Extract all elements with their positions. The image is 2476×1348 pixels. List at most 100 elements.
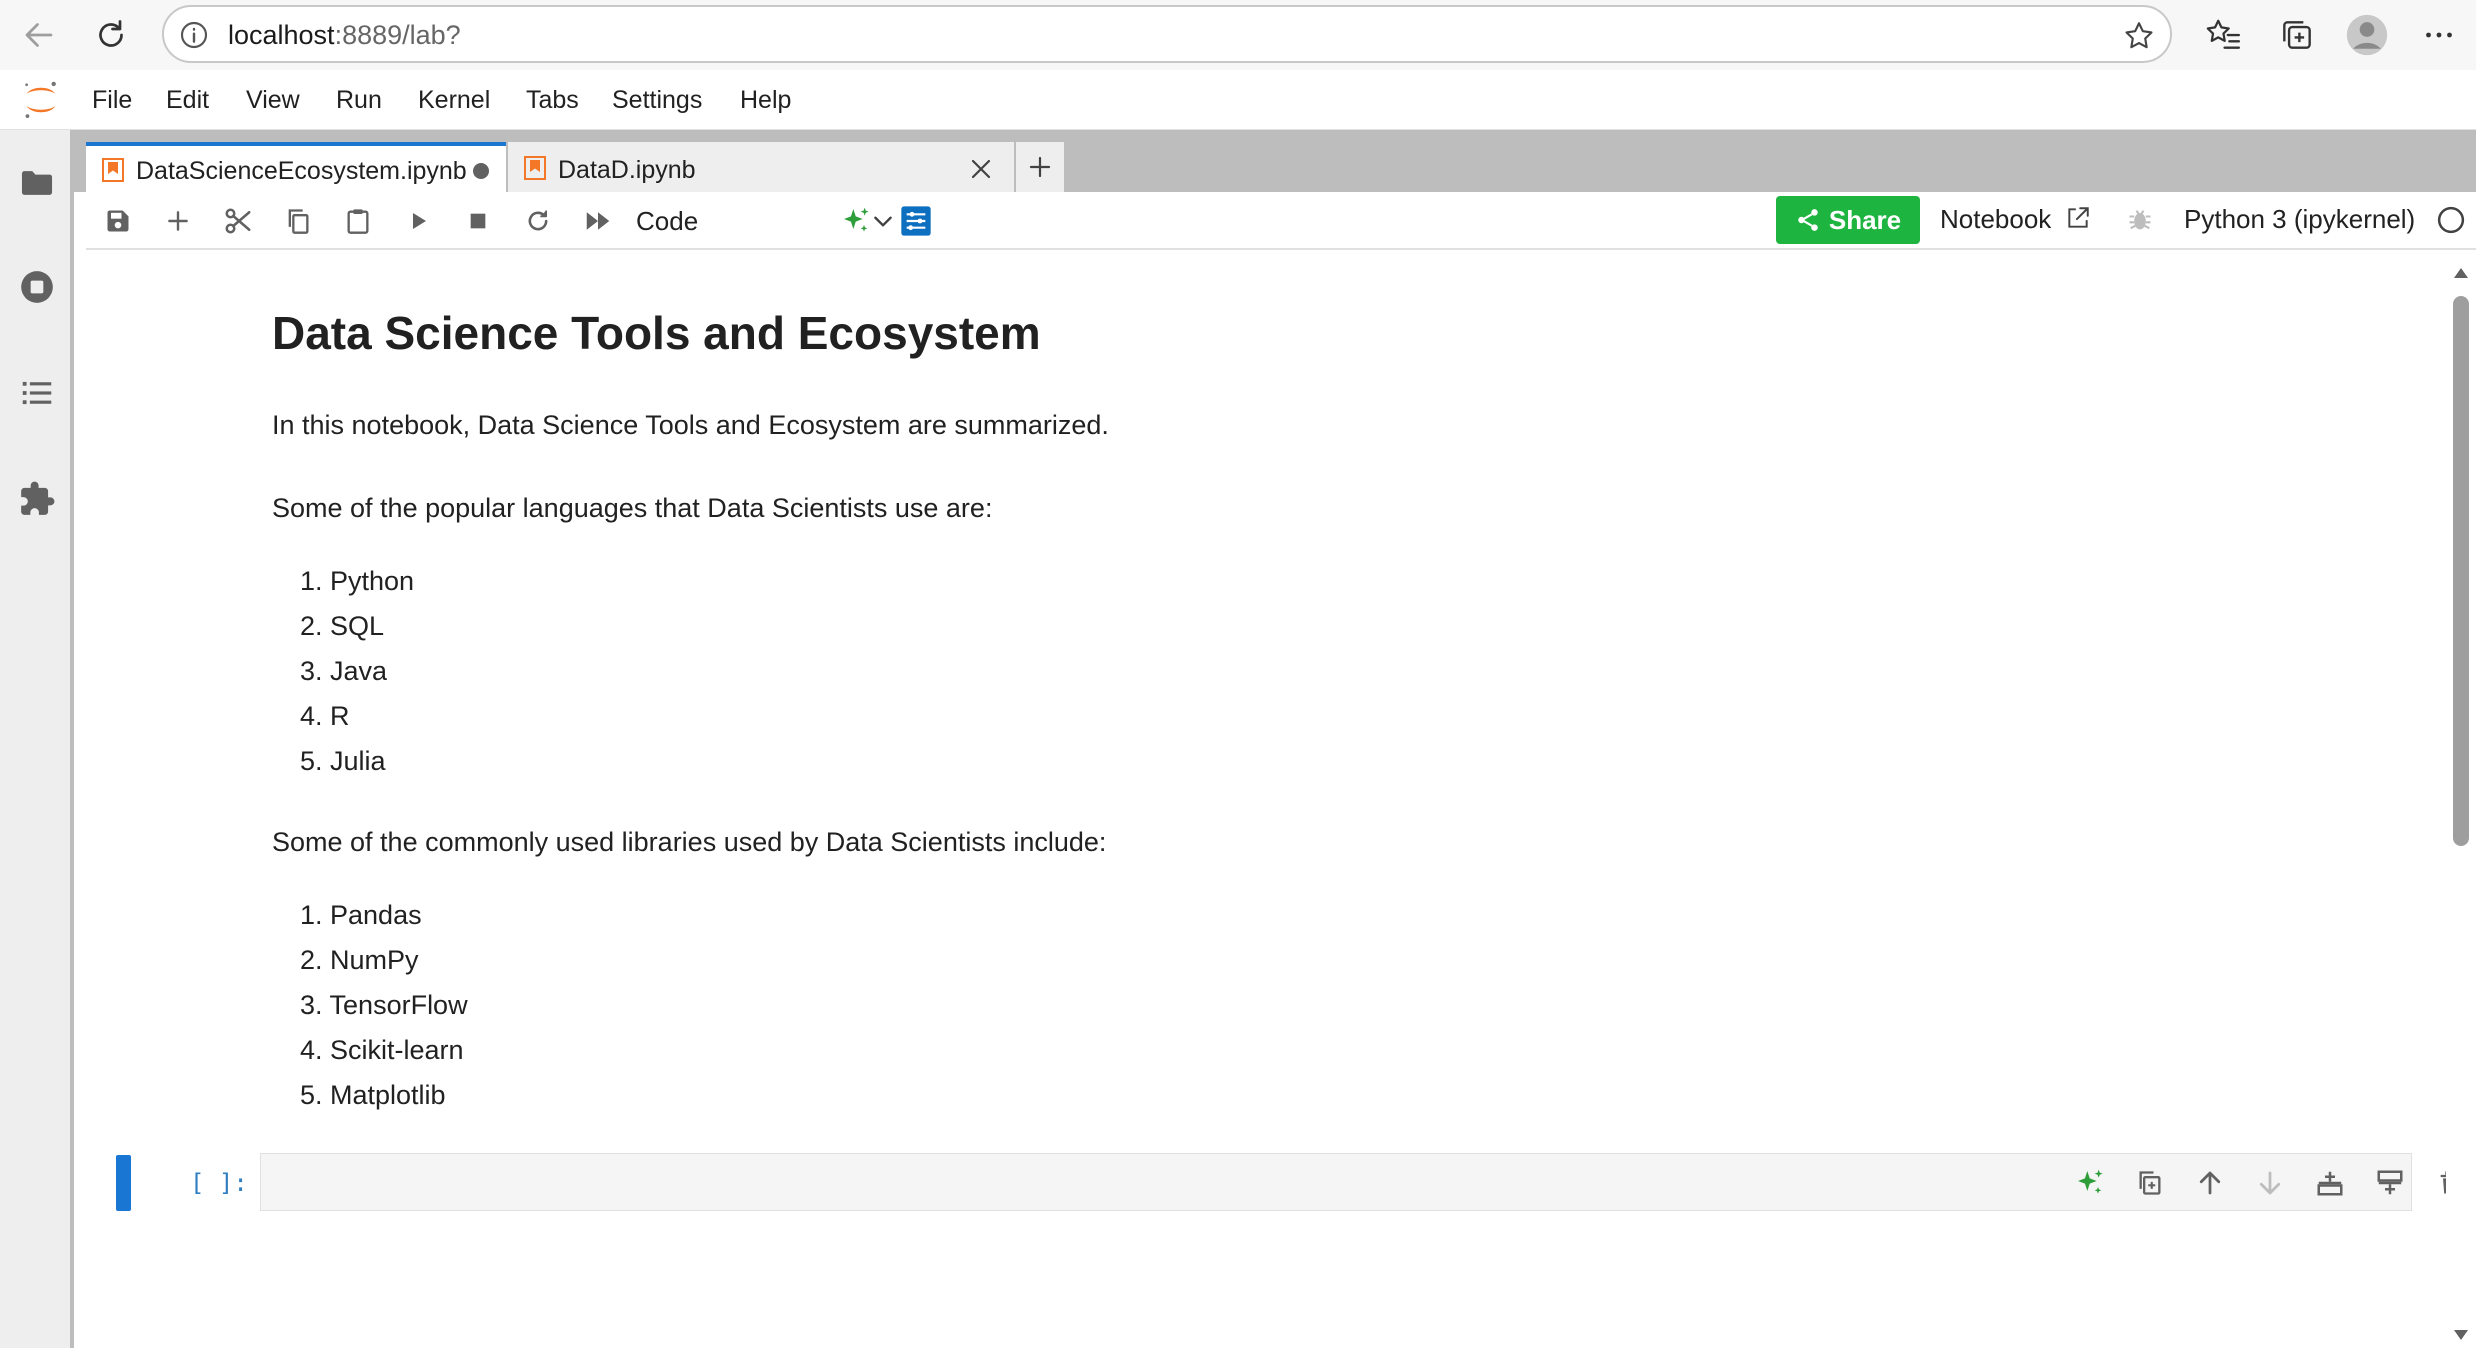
list-item: 1. Pandas [300, 900, 422, 930]
scroll-down-arrow-icon[interactable] [2453, 1328, 2469, 1342]
menu-help[interactable]: Help [740, 86, 791, 115]
favorites-button[interactable] [2196, 8, 2250, 62]
stop-icon [470, 213, 486, 229]
extensions-puzzle-icon[interactable] [18, 480, 56, 518]
kernel-idle-status-icon [2437, 206, 2465, 234]
fast-forward-icon [586, 212, 610, 230]
site-info-icon[interactable] [178, 19, 210, 51]
reload-icon [99, 20, 123, 47]
arrow-up-icon [2199, 1171, 2221, 1195]
left-sidebar [0, 130, 74, 1348]
menu-kernel[interactable]: Kernel [418, 86, 490, 115]
new-launcher-tab-button[interactable] [1016, 142, 1064, 192]
notebook-toolbar: Code Share Notebook Python 3 (ipykernel) [86, 192, 2476, 250]
input-prompt: [ ]: [190, 1169, 248, 1197]
notebook-scrollbar[interactable] [2446, 250, 2476, 1348]
tab-label: DataScienceEcosystem.ipynb [136, 157, 467, 185]
cell-type-select[interactable]: Code [636, 200, 892, 240]
menu-view[interactable]: View [246, 86, 300, 115]
running-kernels-icon[interactable] [18, 268, 56, 306]
menu-tabs[interactable]: Tabs [526, 86, 579, 115]
jupyterlab-menubar: File Edit View Run Kernel Tabs Settings … [0, 70, 2476, 130]
document-tab-bar: DataScienceEcosystem.ipynb DataD.ipynb [74, 130, 2476, 192]
copy-button[interactable] [282, 205, 314, 237]
scroll-thumb[interactable] [2453, 296, 2469, 846]
restart-kernel-button[interactable] [522, 205, 554, 237]
list-item: 2. SQL [300, 611, 385, 641]
insert-cell-above-button[interactable] [2313, 1166, 2347, 1200]
tab-datad[interactable]: DataD.ipynb [508, 142, 1014, 192]
move-cell-up-button[interactable] [2193, 1166, 2227, 1200]
browser-toolbar: localhost:8889/lab? [0, 0, 2476, 70]
open-notebook-view-link[interactable]: Notebook [1940, 204, 2091, 235]
list-item: 5. Julia [300, 746, 386, 776]
list-item: 2. NumPy [300, 945, 419, 975]
duplicate-cell-button[interactable] [2133, 1166, 2167, 1200]
code-cell[interactable]: [ ]: [86, 1153, 2460, 1213]
insert-above-icon [2317, 1171, 2343, 1196]
back-button[interactable] [12, 8, 66, 62]
table-of-contents-icon[interactable] [18, 374, 56, 412]
notebook-label: Notebook [1940, 204, 2052, 234]
collections-button[interactable] [2270, 8, 2324, 62]
tab-label: DataD.ipynb [558, 156, 696, 184]
reload-button[interactable] [84, 8, 138, 62]
folder-icon[interactable] [18, 164, 56, 202]
property-inspector-button[interactable] [900, 205, 932, 237]
menu-edit[interactable]: Edit [166, 86, 209, 115]
notebook-file-icon [102, 158, 124, 182]
jupyter-logo-icon [25, 81, 56, 118]
unsaved-dot-icon[interactable] [472, 162, 490, 180]
settings-sliders-icon [901, 206, 931, 236]
insert-cell-button[interactable] [162, 205, 194, 237]
cell-type-label: Code [636, 206, 699, 236]
menu-file[interactable]: File [92, 86, 132, 115]
run-cell-button[interactable] [402, 205, 434, 237]
languages-list: 1. Python 2. SQL 3. Java 4. R 5. Julia [272, 559, 414, 784]
url-text[interactable]: localhost:8889/lab? [228, 20, 461, 51]
languages-heading: Some of the popular languages that Data … [272, 493, 993, 523]
save-button[interactable] [102, 205, 134, 237]
debugger-bug-icon[interactable] [2126, 206, 2154, 234]
restart-run-all-button[interactable] [582, 205, 614, 237]
list-item: 4. R [300, 701, 350, 731]
close-tab-icon[interactable] [970, 158, 992, 180]
cell-ai-button[interactable] [2073, 1166, 2107, 1200]
paste-clipboard-icon [347, 209, 369, 234]
address-bar[interactable]: localhost:8889/lab? [162, 5, 2172, 63]
move-cell-down-button[interactable] [2253, 1166, 2287, 1200]
profile-avatar-icon [2346, 14, 2388, 56]
libraries-heading: Some of the commonly used libraries used… [272, 827, 1107, 857]
active-cell-indicator[interactable] [116, 1155, 131, 1211]
insert-cell-below-button[interactable] [2373, 1166, 2407, 1200]
list-item: 5. Matplotlib [300, 1080, 446, 1110]
more-options-button[interactable] [2412, 8, 2466, 62]
save-icon [107, 210, 129, 232]
share-button[interactable]: Share [1776, 196, 1920, 244]
ellipsis-icon [2426, 32, 2452, 38]
favorites-list-icon [2206, 19, 2241, 49]
scroll-up-arrow-icon[interactable] [2453, 266, 2469, 280]
kernel-name: Python 3 (ipykernel) [2184, 204, 2416, 234]
code-editor[interactable] [260, 1153, 2460, 1211]
interrupt-kernel-button[interactable] [462, 205, 494, 237]
restart-icon [528, 210, 548, 231]
menu-settings[interactable]: Settings [612, 86, 702, 115]
share-label: Share [1828, 204, 1902, 235]
notebook-panel: Data Science Tools and Ecosystem In this… [86, 250, 2460, 1348]
list-item: 3. TensorFlow [300, 990, 468, 1020]
tab-datascienceecosystem[interactable]: DataScienceEcosystem.ipynb [86, 142, 506, 192]
duplicate-icon [2139, 1171, 2161, 1195]
cut-button[interactable] [222, 205, 254, 237]
menu-run[interactable]: Run [336, 86, 382, 115]
profile-button[interactable] [2340, 8, 2394, 62]
external-link-icon [2067, 207, 2089, 228]
paste-button[interactable] [342, 205, 374, 237]
kernel-name-button[interactable]: Python 3 (ipykernel) [2184, 204, 2415, 235]
list-item: 1. Python [300, 566, 415, 596]
list-item: 4. Scikit-learn [300, 1035, 464, 1065]
notebook-title: Data Science Tools and Ecosystem [272, 307, 1041, 359]
ai-assistant-button[interactable] [840, 205, 872, 237]
play-icon [413, 213, 426, 229]
favorite-star-icon[interactable] [2122, 19, 2156, 53]
